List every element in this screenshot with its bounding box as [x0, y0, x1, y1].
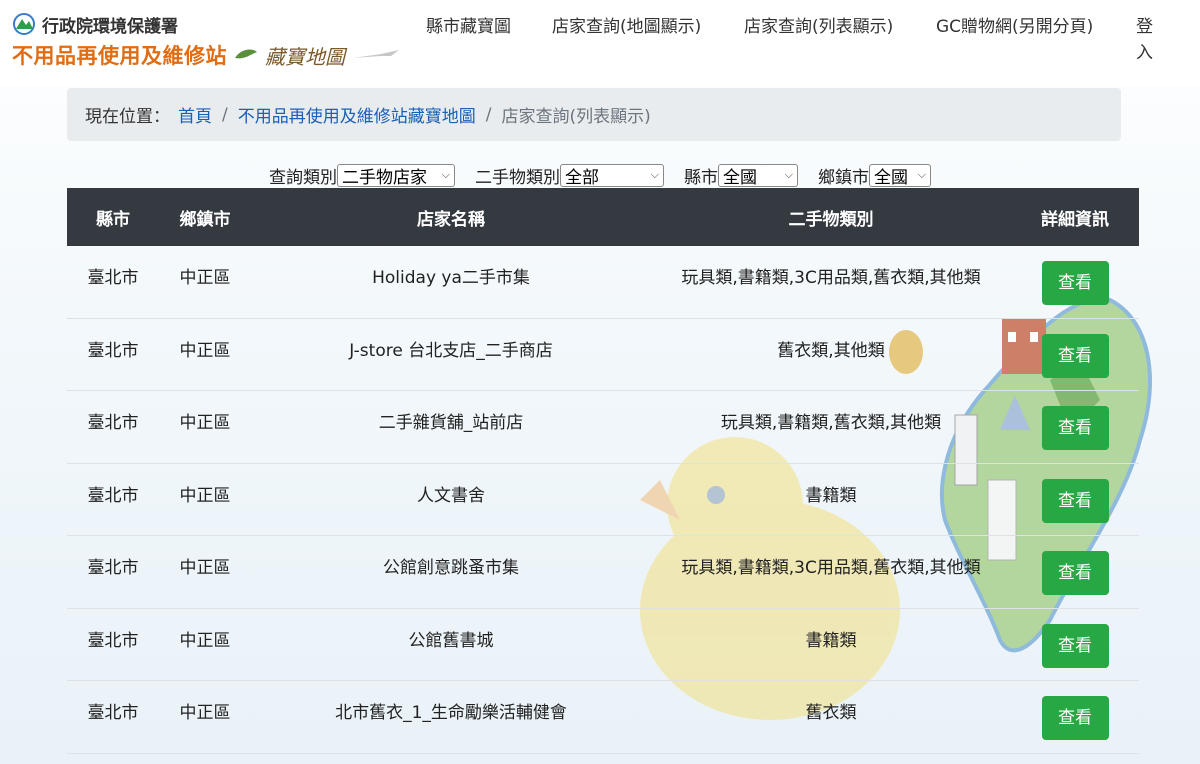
breadcrumb-separator: / [222, 104, 228, 125]
table-row: 臺北市 中正區 公館創意跳蚤市集 玩具類,書籍類,3C用品類,舊衣類,其他類 查… [67, 536, 1139, 609]
category-label: 查詢類別 [269, 167, 337, 188]
table-row: 臺北市 中正區 Holiday ya二手市集 玩具類,書籍類,3C用品類,舊衣類… [67, 246, 1139, 319]
cell-town: 中正區 [179, 558, 231, 578]
nav-login[interactable]: 登入 [1136, 14, 1158, 66]
view-button[interactable]: 查看 [1041, 406, 1109, 450]
cell-details: 查看 [1011, 464, 1139, 523]
category-select-value: 二手物店家 [342, 167, 427, 188]
breadcrumb-section[interactable]: 不用品再使用及維修站藏寶地圖 [238, 102, 476, 127]
breadcrumb: 現在位置： 首頁 / 不用品再使用及維修站藏寶地圖 / 店家查詢(列表顯示) [67, 88, 1121, 141]
nav-gc-gift[interactable]: GC贈物網(另開分頁) [936, 14, 1096, 40]
site-header: 行政院環境保護署 不用品再使用及維修站 藏寶地圖 縣市藏寶圖 店家查詢(地圖顯示… [0, 0, 1200, 86]
cell-county: 臺北市 [87, 340, 139, 361]
cell-county: 臺北市 [87, 558, 139, 578]
header-details: 詳細資訊 [1041, 209, 1109, 230]
breadcrumb-current: 店家查詢(列表顯示) [501, 107, 651, 127]
site-logo[interactable]: 行政院環境保護署 不用品再使用及維修站 藏寶地圖 [12, 10, 422, 74]
cell-item-types: 玩具類,書籍類,3C用品類,舊衣類,其他類 [681, 268, 981, 288]
cell-store-name: 公館創意跳蚤市集 [383, 558, 519, 578]
cell-details: 查看 [1011, 391, 1139, 450]
nav-store-list[interactable]: 店家查詢(列表顯示) [744, 14, 894, 40]
site-title-row: 不用品再使用及維修站 藏寶地圖 [12, 40, 422, 70]
breadcrumb-label: 現在位置： [85, 107, 170, 127]
cell-details: 查看 [1011, 681, 1139, 740]
agency-name: 行政院環境保護署 [42, 16, 178, 37]
cell-item-types: 書籍類 [805, 630, 857, 651]
treasure-map-title: 藏寶地圖 [265, 44, 345, 69]
header-county: 縣市 [96, 209, 130, 230]
view-button[interactable]: 查看 [1041, 551, 1109, 595]
site-title: 不用品再使用及維修站 [12, 44, 227, 68]
cell-county: 臺北市 [87, 413, 139, 433]
county-filter: 縣市 全國 ⌵ [684, 163, 798, 188]
filter-bar: 查詢類別 二手物店家 ⌵ 二手物類別 全部 ⌵ 縣市 全國 ⌵ 鄉鎮市 全國 ⌵ [0, 162, 1200, 188]
chevron-down-icon: ⌵ [650, 168, 659, 181]
cell-details: 查看 [1011, 609, 1139, 668]
table-row: 臺北市 中正區 J-store 台北支店_二手商店 舊衣類,其他類 查看 [67, 319, 1139, 391]
airplane-icon [353, 50, 399, 58]
cell-item-types: 舊衣類 [805, 703, 857, 723]
leaf-icon [235, 49, 257, 59]
table-header: 縣市 鄉鎮市 店家名稱 二手物類別 詳細資訊 [67, 188, 1139, 246]
category-filter: 查詢類別 二手物店家 ⌵ [269, 163, 455, 188]
type-label: 二手物類別 [475, 167, 560, 188]
cell-county: 臺北市 [87, 268, 139, 288]
cell-county: 臺北市 [87, 630, 139, 651]
cell-town: 中正區 [179, 413, 231, 433]
view-button[interactable]: 查看 [1041, 261, 1109, 305]
town-select[interactable]: 全國 ⌵ [869, 163, 931, 188]
view-button[interactable]: 查看 [1041, 623, 1109, 668]
cell-details: 查看 [1011, 319, 1139, 378]
town-label: 鄉鎮市 [818, 167, 869, 188]
type-filter: 二手物類別 全部 ⌵ [475, 163, 664, 188]
type-select-value: 全部 [565, 167, 599, 188]
cell-town: 中正區 [179, 485, 231, 506]
cell-details: 查看 [1011, 536, 1139, 595]
header-item-types: 二手物類別 [788, 209, 874, 230]
view-button[interactable]: 查看 [1041, 696, 1109, 740]
cell-county: 臺北市 [87, 703, 139, 723]
cell-store-name: Holiday ya二手市集 [372, 268, 530, 288]
breadcrumb-home[interactable]: 首頁 [178, 102, 212, 127]
breadcrumb-separator: / [485, 104, 492, 125]
cell-town: 中正區 [179, 703, 231, 723]
town-filter: 鄉鎮市 全國 ⌵ [818, 163, 931, 188]
cell-details: 查看 [1011, 246, 1139, 305]
store-table: 縣市 鄉鎮市 店家名稱 二手物類別 詳細資訊 臺北市 中正區 Holiday y… [67, 188, 1139, 754]
cell-store-name: 人文書舍 [417, 485, 485, 506]
cell-town: 中正區 [179, 268, 231, 288]
cell-store-name: J-store 台北支店_二手商店 [349, 340, 553, 361]
county-select[interactable]: 全國 ⌵ [718, 163, 798, 188]
nav-store-map[interactable]: 店家查詢(地圖顯示) [552, 14, 702, 40]
chevron-down-icon: ⌵ [441, 168, 450, 181]
cell-town: 中正區 [179, 340, 231, 361]
cell-store-name: 二手雜貨舖_站前店 [378, 413, 524, 433]
agency-row: 行政院環境保護署 [12, 10, 422, 38]
view-button[interactable]: 查看 [1041, 478, 1109, 523]
chevron-down-icon: ⌵ [784, 168, 793, 181]
county-label: 縣市 [684, 167, 718, 188]
header-store-name: 店家名稱 [417, 209, 485, 230]
county-select-value: 全國 [723, 167, 757, 188]
table-row: 臺北市 中正區 二手雜貨舖_站前店 玩具類,書籍類,舊衣類,其他類 查看 [67, 391, 1139, 464]
cell-store-name: 公館舊書城 [408, 630, 494, 651]
nav-county-map[interactable]: 縣市藏寶圖 [426, 14, 516, 40]
cell-item-types: 書籍類 [805, 485, 857, 506]
cell-town: 中正區 [179, 630, 231, 651]
cell-item-types: 玩具類,書籍類,舊衣類,其他類 [720, 413, 942, 433]
town-select-value: 全國 [874, 167, 908, 188]
epa-logo-icon [13, 13, 35, 35]
table-row: 臺北市 中正區 北市舊衣_1_生命勵樂活輔健會 舊衣類 查看 [67, 681, 1139, 754]
table-row: 臺北市 中正區 人文書舍 書籍類 查看 [67, 464, 1139, 536]
table-row: 臺北市 中正區 公館舊書城 書籍類 查看 [67, 609, 1139, 681]
cell-item-types: 舊衣類,其他類 [777, 340, 885, 361]
header-town: 鄉鎮市 [179, 209, 231, 230]
cell-county: 臺北市 [87, 485, 139, 506]
cell-item-types: 玩具類,書籍類,3C用品類,舊衣類,其他類 [681, 558, 981, 578]
view-button[interactable]: 查看 [1041, 333, 1109, 378]
cell-store-name: 北市舊衣_1_生命勵樂活輔健會 [335, 703, 567, 723]
type-select[interactable]: 全部 ⌵ [560, 163, 664, 188]
category-select[interactable]: 二手物店家 ⌵ [337, 163, 455, 188]
chevron-down-icon: ⌵ [917, 168, 926, 181]
